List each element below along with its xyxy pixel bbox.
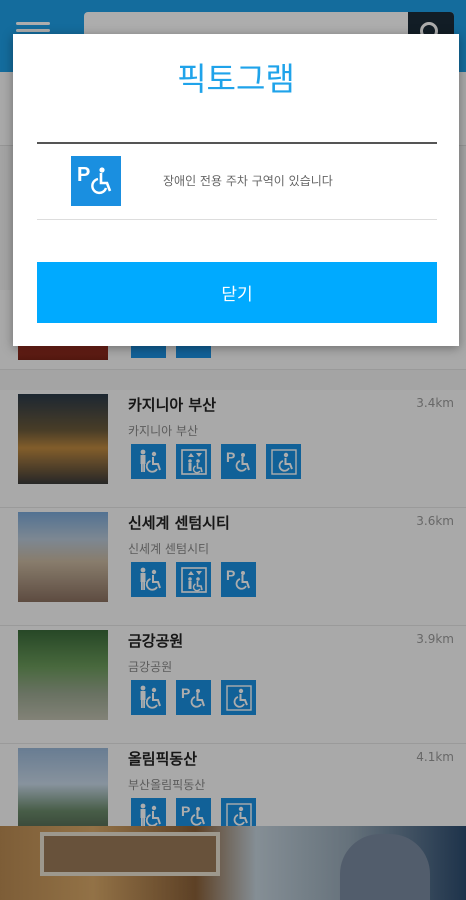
- pictogram-description: 장애인 전용 주차 구역이 있습니다: [163, 174, 333, 188]
- dialog-title: 픽토그램: [177, 60, 295, 98]
- close-button[interactable]: 닫기: [37, 262, 437, 323]
- parking-accessible-icon: P: [71, 156, 121, 206]
- pictogram-dialog: 픽토그램 P 장애인 전용 주차 구역이 있습니다 닫기: [13, 34, 459, 346]
- pictogram-list-item: P 장애인 전용 주차 구역이 있습니다: [37, 144, 437, 220]
- svg-text:P: P: [77, 164, 90, 186]
